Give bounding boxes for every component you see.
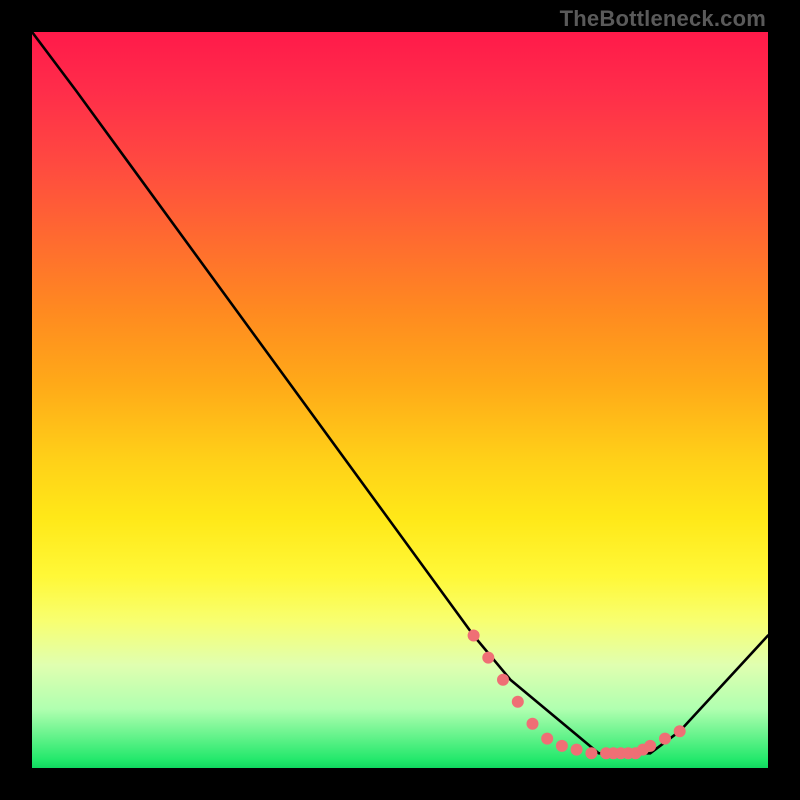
marker-dot	[541, 733, 553, 745]
curve-path	[32, 32, 768, 753]
marker-dot	[644, 740, 656, 752]
marker-dot	[674, 725, 686, 737]
marker-dot	[571, 744, 583, 756]
marker-dot	[512, 696, 524, 708]
marker-dot	[556, 740, 568, 752]
chart-svg	[32, 32, 768, 768]
marker-dot	[468, 630, 480, 642]
marker-dot	[659, 733, 671, 745]
watermark-text: TheBottleneck.com	[560, 6, 766, 32]
marker-dot	[497, 674, 509, 686]
chart-markers	[468, 630, 686, 760]
marker-dot	[527, 718, 539, 730]
chart-stage: TheBottleneck.com	[0, 0, 800, 800]
plot-area	[32, 32, 768, 768]
marker-dot	[585, 747, 597, 759]
chart-curve	[32, 32, 768, 753]
marker-dot	[482, 652, 494, 664]
